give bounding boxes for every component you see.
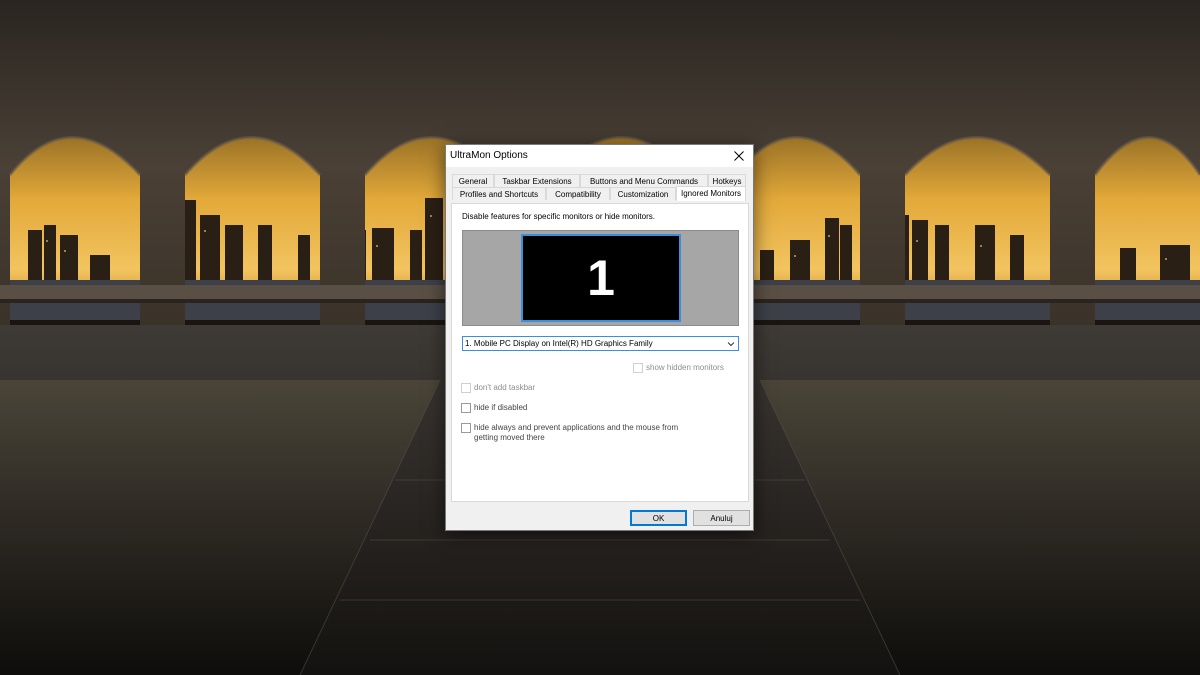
- ultramon-options-dialog: UltraMon Options General Taskbar Extensi…: [445, 144, 754, 531]
- monitor-number: 1: [587, 250, 615, 306]
- show-hidden-monitors-label: show hidden monitors: [646, 363, 724, 372]
- dont-add-taskbar-checkbox[interactable]: [461, 383, 471, 393]
- hide-if-disabled-checkbox[interactable]: [461, 403, 471, 413]
- window-title: UltraMon Options: [450, 150, 528, 161]
- ok-button[interactable]: OK: [630, 510, 687, 526]
- dont-add-taskbar-row[interactable]: don't add taskbar: [461, 383, 535, 393]
- show-hidden-monitors-row[interactable]: show hidden monitors: [633, 363, 724, 373]
- cancel-button[interactable]: Anuluj: [693, 510, 750, 526]
- panel-description: Disable features for specific monitors o…: [462, 212, 655, 221]
- hide-always-label: hide always and prevent applications and…: [474, 423, 679, 442]
- show-hidden-monitors-checkbox[interactable]: [633, 363, 643, 373]
- dont-add-taskbar-label: don't add taskbar: [474, 383, 536, 392]
- tab-customization[interactable]: Customization: [610, 187, 676, 200]
- tab-profiles-and-shortcuts[interactable]: Profiles and Shortcuts: [452, 187, 546, 200]
- tab-strip: General Taskbar Extensions Buttons and M…: [452, 173, 746, 203]
- hide-if-disabled-row[interactable]: hide if disabled: [461, 403, 527, 413]
- close-button[interactable]: [725, 145, 753, 167]
- hide-always-checkbox[interactable]: [461, 423, 471, 433]
- close-icon: [734, 151, 744, 161]
- monitor-1-tile[interactable]: 1: [521, 234, 681, 322]
- chevron-down-icon: [727, 342, 735, 347]
- hide-if-disabled-label: hide if disabled: [474, 403, 528, 412]
- ignored-monitors-panel: Disable features for specific monitors o…: [451, 203, 749, 502]
- monitor-select-value: 1. Mobile PC Display on Intel(R) HD Grap…: [465, 339, 653, 348]
- tab-compatibility[interactable]: Compatibility: [546, 187, 610, 200]
- hide-always-row[interactable]: hide always and prevent applications and…: [461, 423, 701, 443]
- tab-general[interactable]: General: [452, 174, 494, 187]
- title-bar[interactable]: UltraMon Options: [446, 145, 753, 167]
- monitor-arrangement-area: 1: [462, 230, 739, 326]
- tab-ignored-monitors[interactable]: Ignored Monitors: [676, 186, 746, 201]
- monitor-select[interactable]: 1. Mobile PC Display on Intel(R) HD Grap…: [462, 336, 739, 351]
- tab-taskbar-extensions[interactable]: Taskbar Extensions: [494, 174, 580, 187]
